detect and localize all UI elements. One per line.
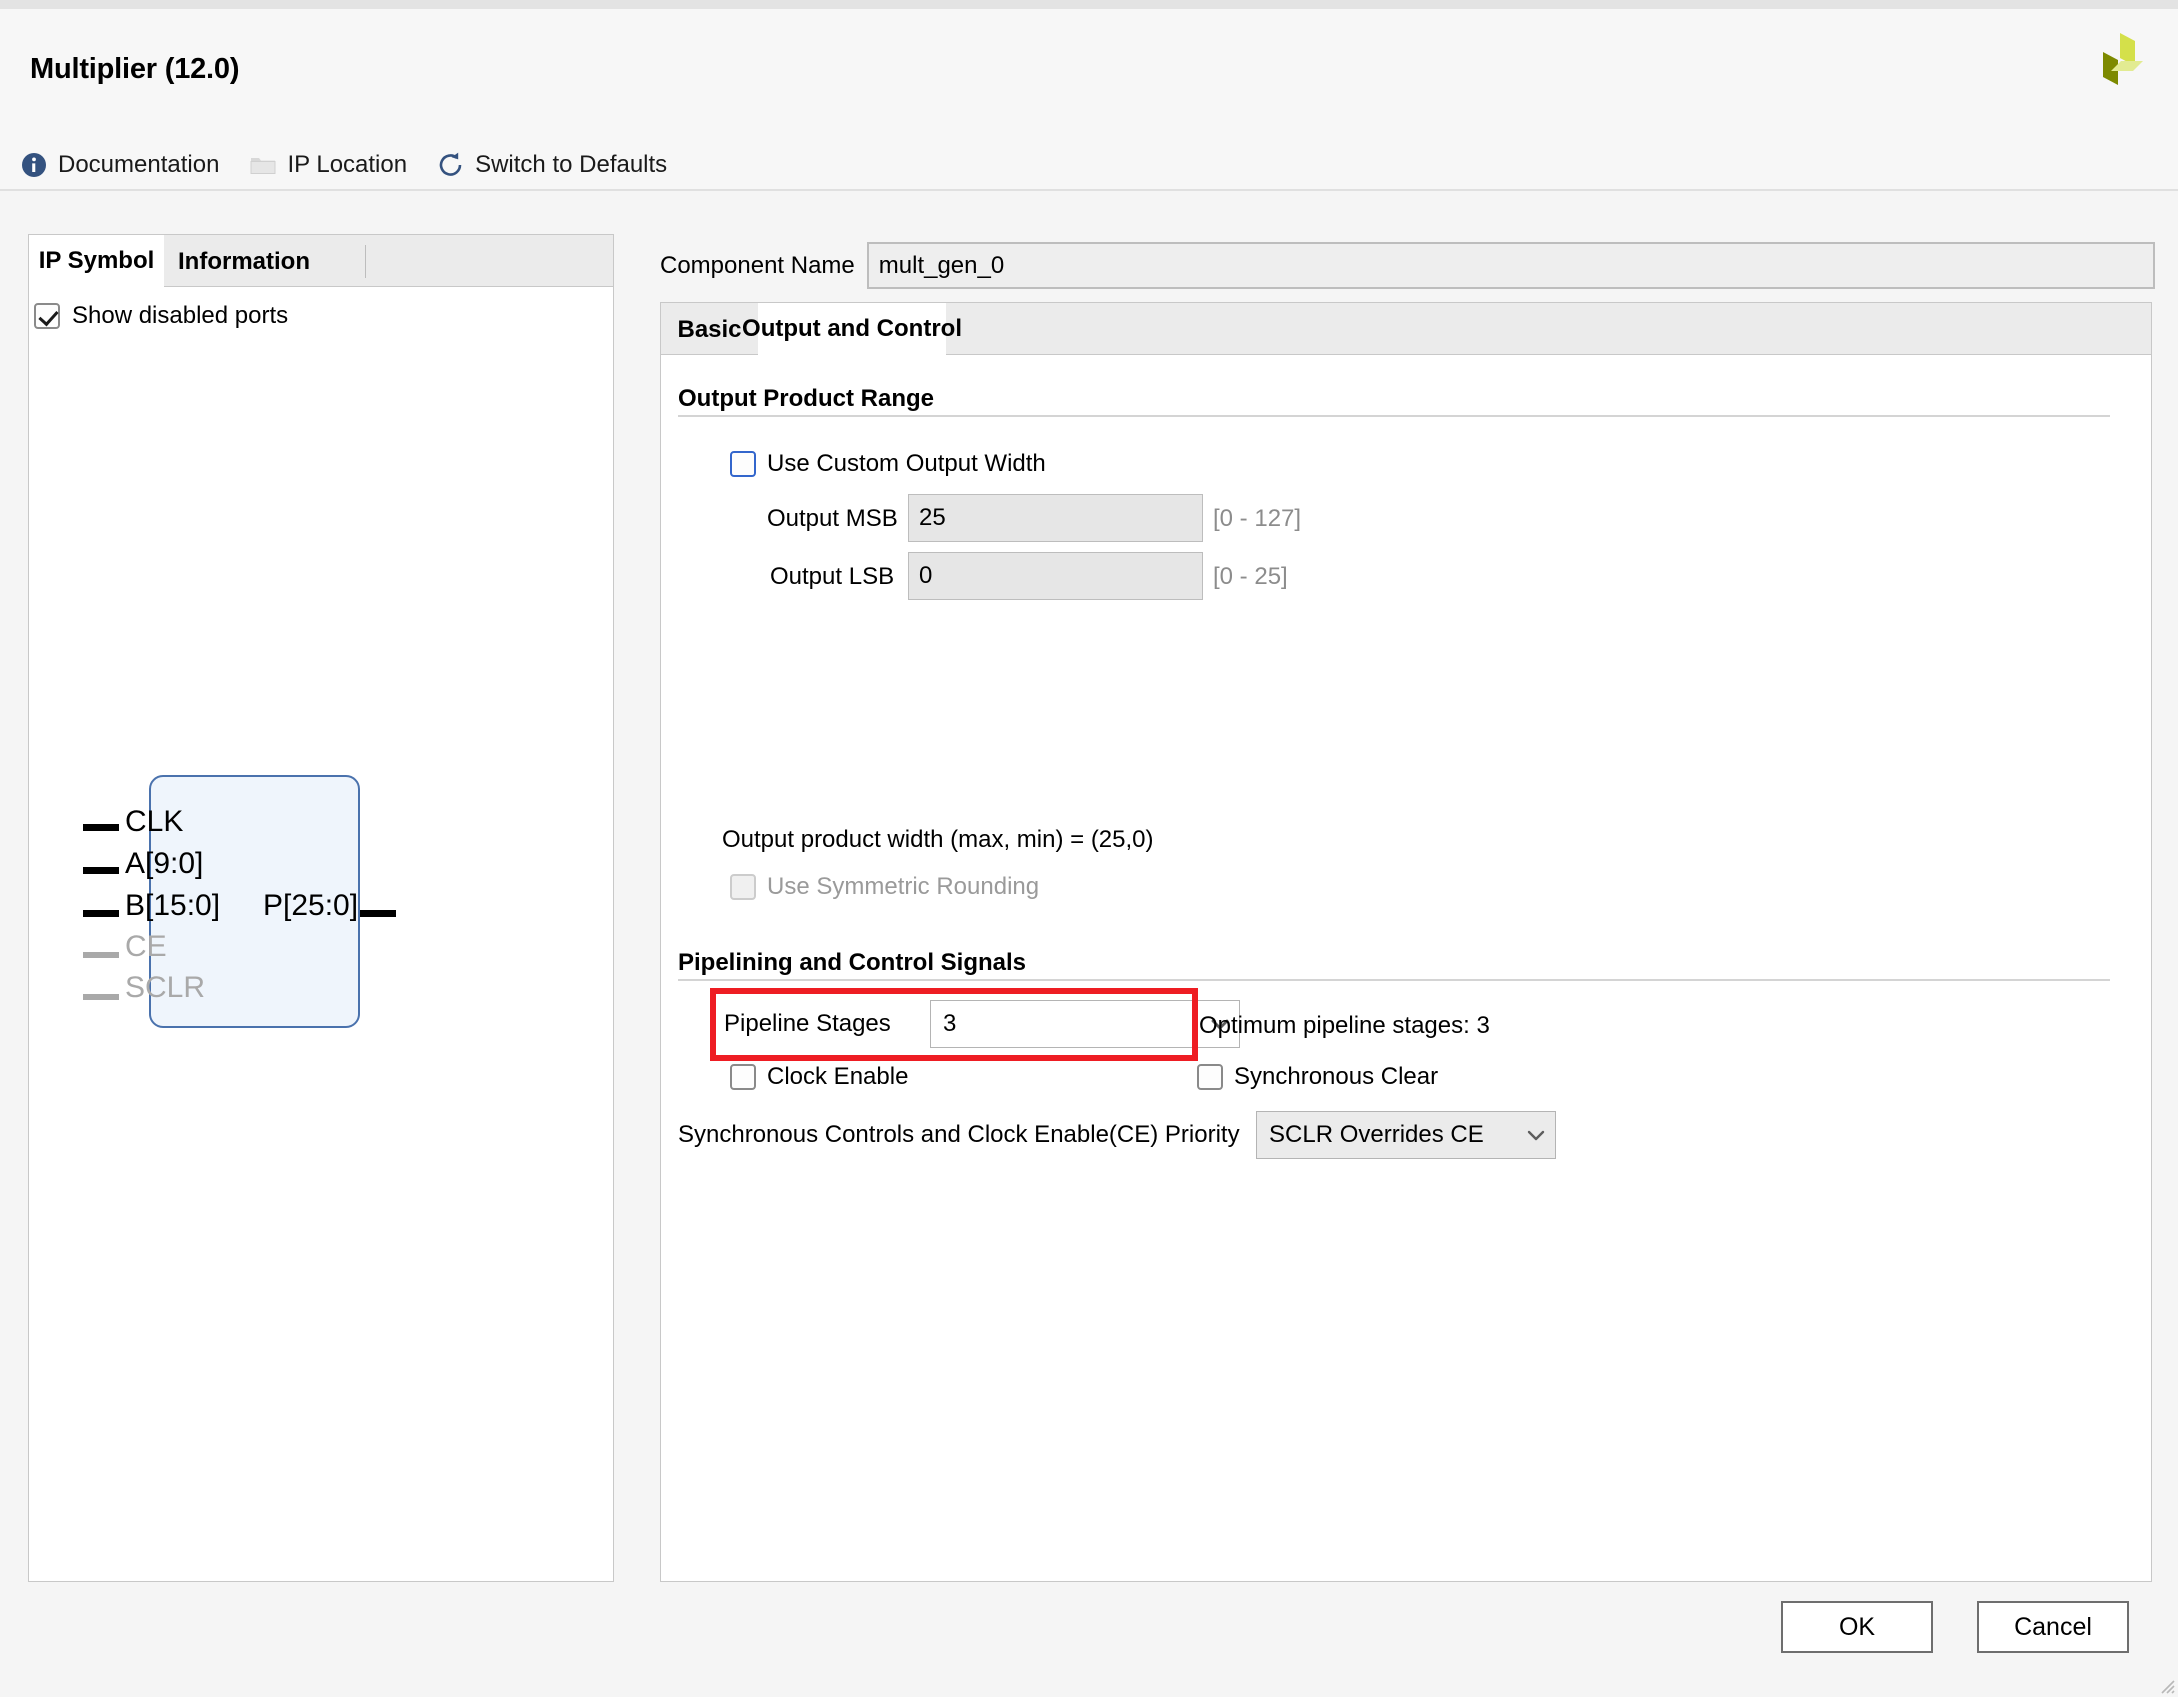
priority-dropdown[interactable]: SCLR Overrides CE [1256,1111,1556,1159]
tab-output-and-control[interactable]: Output and Control [742,303,962,356]
checkbox-box [730,451,756,477]
pin-stub-a [83,867,119,874]
component-name-input[interactable]: mult_gen_0 [866,242,2155,289]
output-product-width-summary: Output product width (max, min) = (25,0) [722,826,1154,853]
checkbox-box [1197,1064,1223,1090]
use-symmetric-rounding-checkbox: Use Symmetric Rounding [730,873,1039,901]
synchronous-clear-label: Synchronous Clear [1234,1063,1439,1090]
pipeline-stages-dropdown[interactable]: 3 [930,1000,1240,1048]
use-symmetric-rounding-label: Use Symmetric Rounding [767,873,1040,900]
left-tabstrip: IP Symbol Information [28,234,614,288]
show-disabled-ports-label: Show disabled ports [72,302,289,329]
priority-value: SCLR Overrides CE [1269,1121,1484,1148]
pin-stub-b [83,910,119,917]
ip-config-dialog: Multiplier (12.0) Documentation IP Locat… [0,0,2178,1697]
window-title-strip [0,0,2178,9]
pin-stub-ce [83,952,119,958]
pin-label-b: B[15:0] [125,889,221,922]
component-name-label: Component Name [660,251,855,279]
ip-location-label: IP Location [287,151,408,178]
resize-grip[interactable] [2156,1675,2176,1695]
tab-information-label: Information [178,247,310,275]
pin-stub-sclr [83,994,119,1000]
pin-label-p: P[25:0] [263,889,359,922]
pipeline-stages-label: Pipeline Stages [724,1010,891,1037]
component-name-row: Component Name mult_gen_0 [660,242,2155,289]
output-lsb-range-hint: [0 - 25] [1213,563,1288,590]
tab-ip-symbol-label: IP Symbol [38,247,155,274]
section-title-pipelining: Pipelining and Control Signals [678,949,1027,976]
tab-output-and-control-label: Output and Control [742,315,962,342]
pin-stub-p [360,910,396,917]
output-lsb-input[interactable]: 0 [908,552,1203,600]
switch-to-defaults-label: Switch to Defaults [475,151,668,178]
output-msb-range-hint: [0 - 127] [1213,505,1302,532]
pipeline-stages-value: 3 [943,1010,957,1037]
ok-button[interactable]: OK [1781,1601,1933,1653]
tab-separator [365,245,366,278]
checkbox-box [34,303,60,329]
switch-to-defaults-link[interactable]: Switch to Defaults [437,151,681,179]
use-custom-output-width-label: Use Custom Output Width [767,450,1046,477]
amd-xilinx-logo-icon [2088,31,2150,93]
tab-ip-symbol[interactable]: IP Symbol [29,235,164,288]
pin-stub-clk [83,824,119,831]
clock-enable-label: Clock Enable [767,1063,909,1090]
synchronous-clear-checkbox[interactable]: Synchronous Clear [1197,1063,1438,1091]
output-lsb-label: Output LSB [770,563,895,590]
refresh-icon [437,151,465,179]
pin-label-sclr: SCLR [125,971,206,1004]
tab-information[interactable]: Information [164,235,324,288]
section-rule-pipelining [678,979,2110,981]
priority-label: Synchronous Controls and Clock Enable(CE… [678,1121,1240,1148]
checkbox-box [730,1064,756,1090]
chevron-down-icon [1517,1112,1555,1158]
section-title-output-product-range: Output Product Range [678,385,934,412]
tab-basic-label: Basic [677,315,742,343]
optimum-pipeline-stages-note: Optimum pipeline stages: 3 [1199,1012,1490,1039]
right-tabstrip: Basic Output and Control [660,302,2152,356]
output-msb-input[interactable]: 25 [908,494,1203,542]
ip-symbol-diagram: CLK A[9:0] B[15:0] CE SCLR P[25:0] [30,330,612,1580]
section-rule-output-product-range [678,415,2110,417]
checkbox-box [730,874,756,900]
options-panel [660,302,2152,1582]
documentation-label: Documentation [58,151,220,178]
ip-location-link[interactable]: IP Location [249,151,421,179]
folder-icon [249,151,277,179]
page-title: Multiplier (12.0) [30,53,240,85]
info-icon [20,151,48,179]
output-msb-label: Output MSB [767,505,898,532]
cancel-button[interactable]: Cancel [1977,1601,2129,1653]
pin-label-ce: CE [125,930,167,963]
pin-label-clk: CLK [125,805,184,838]
dialog-toolbar: Documentation IP Location Switch to Defa… [20,140,697,190]
show-disabled-ports-checkbox[interactable]: Show disabled ports [34,302,288,330]
clock-enable-checkbox[interactable]: Clock Enable [730,1063,908,1091]
pin-label-a: A[9:0] [125,847,204,880]
use-custom-output-width-checkbox[interactable]: Use Custom Output Width [730,450,1046,478]
documentation-link[interactable]: Documentation [20,151,233,179]
